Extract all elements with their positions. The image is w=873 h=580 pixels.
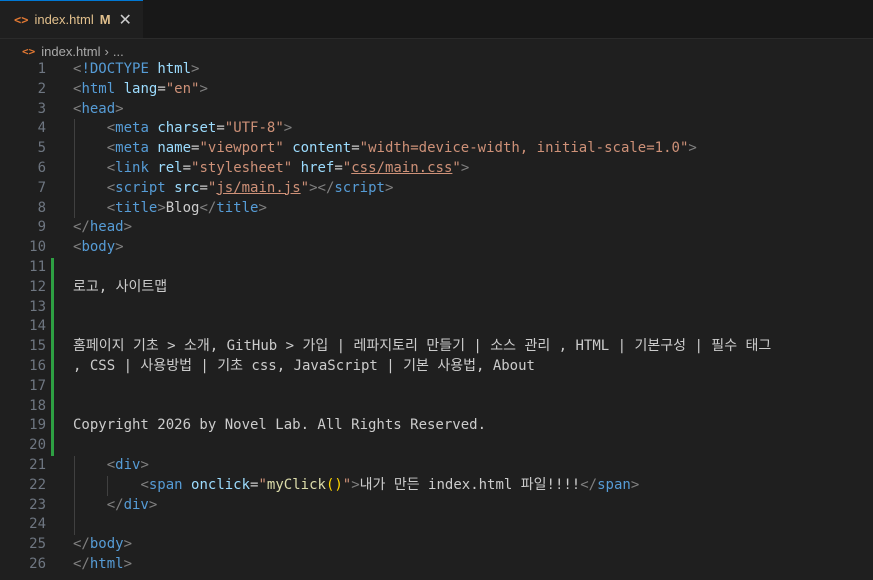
line-number: 9 — [37, 219, 46, 236]
js-link[interactable]: js/main.js — [216, 180, 300, 196]
code-line: 1 <!DOCTYPE html> — [0, 60, 873, 80]
code-line: 10 <body> — [0, 238, 873, 258]
line-number: 26 — [29, 555, 46, 572]
code-line: 2 <html lang="en"> — [0, 80, 873, 100]
line-number: 5 — [37, 140, 46, 157]
line-number: 12 — [29, 278, 46, 295]
line-number: 20 — [29, 437, 46, 454]
code-editor[interactable]: 1 <!DOCTYPE html> 2 <html lang="en"> 3 <hea… — [0, 60, 873, 580]
html-file-icon: <> — [22, 44, 36, 58]
code-line: 11 — [0, 257, 873, 278]
line-number: 15 — [29, 338, 46, 355]
line-number: 19 — [29, 417, 46, 434]
line-number: 4 — [37, 120, 46, 137]
line-number: 11 — [29, 258, 46, 275]
chevron-right-icon: › — [104, 43, 109, 59]
code-line: 17 — [0, 376, 873, 397]
line-number: 23 — [29, 496, 46, 513]
html-file-icon: <> — [14, 12, 29, 27]
added-line-marker — [51, 297, 54, 318]
added-line-marker — [51, 396, 54, 417]
code-line: 16, CSS | 사용방법 | 기초 css, JavaScript | 기본… — [0, 356, 873, 377]
added-line-marker — [51, 416, 54, 437]
code-line: 26 </html> — [0, 555, 873, 575]
added-line-marker — [51, 376, 54, 397]
line-number: 8 — [37, 199, 46, 216]
code-line: 8 <title>Blog</title> — [0, 198, 873, 219]
modified-indicator: M — [99, 12, 111, 27]
added-line-marker — [51, 356, 54, 377]
line-number: 6 — [37, 159, 46, 176]
added-line-marker — [51, 257, 54, 278]
tab-filename: index.html — [34, 12, 94, 27]
code-line: 18 — [0, 396, 873, 417]
css-link[interactable]: css/main.css — [351, 160, 452, 176]
tab-index-html[interactable]: <> index.html M ✕ — [0, 0, 143, 38]
line-number: 25 — [29, 536, 46, 553]
code-line: 14 — [0, 317, 873, 338]
code-line: 5 <meta name="viewport" content="width=d… — [0, 139, 873, 159]
code-line: 23 </div> — [0, 495, 873, 516]
line-number: 18 — [29, 397, 46, 414]
line-number: 22 — [29, 476, 46, 493]
code-line: 15 홈페이지 기초 > 소개, GitHub > 가입 | 레파지토리 만들기 … — [0, 337, 873, 357]
code-line: 21 <div> — [0, 455, 873, 476]
code-line: 7 <script src="js/main.js"></script> — [0, 178, 873, 199]
line-number: 14 — [29, 318, 46, 335]
code-line: 13 — [0, 297, 873, 318]
code-line: 4 <meta charset="UTF-8"> — [0, 119, 873, 140]
code-line: 22 <span onclick="myClick()">내가 만든 index… — [0, 475, 873, 496]
line-number: 24 — [29, 516, 46, 533]
breadcrumb-more[interactable]: ... — [113, 44, 124, 59]
code-line: 3 <head> — [0, 100, 873, 120]
indent-guide — [74, 515, 75, 536]
added-line-marker — [51, 436, 54, 456]
breadcrumb-file[interactable]: index.html — [41, 44, 100, 59]
line-number: 17 — [29, 377, 46, 394]
code-line: 9 </head> — [0, 218, 873, 238]
added-line-marker — [51, 337, 54, 357]
line-number: 13 — [29, 298, 46, 315]
code-line: 12 로고, 사이트맵 — [0, 277, 873, 298]
line-number: 16 — [29, 357, 46, 374]
code-line: 25 </body> — [0, 535, 873, 555]
line-number: 3 — [37, 100, 46, 117]
line-number: 21 — [29, 456, 46, 473]
code-line: 20 — [0, 436, 873, 456]
tab-bar: <> index.html M ✕ — [0, 0, 873, 39]
code-line: 19 Copyright 2026 by Novel Lab. All Right… — [0, 416, 873, 437]
line-number: 7 — [37, 179, 46, 196]
code-line: 6 <link rel="stylesheet" href="css/main.… — [0, 158, 873, 179]
added-line-marker — [51, 317, 54, 338]
line-number: 2 — [37, 80, 46, 97]
code-line: 24 — [0, 515, 873, 536]
line-number: 10 — [29, 239, 46, 256]
close-icon[interactable]: ✕ — [119, 10, 132, 30]
added-line-marker — [51, 277, 54, 298]
line-number: 1 — [37, 61, 46, 77]
